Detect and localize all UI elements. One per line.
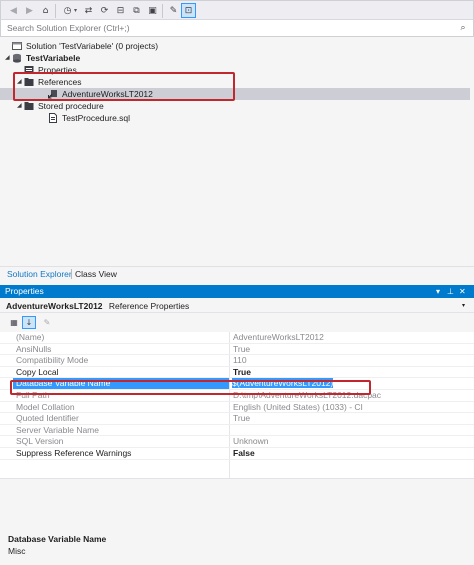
property-name: SQL Version: [16, 436, 64, 447]
back-icon[interactable]: ◀: [6, 3, 21, 18]
tree-label-project: TestVariabele: [26, 53, 81, 63]
property-value: True: [233, 413, 251, 424]
property-grid: (Name) AdventureWorksLT2012 AnsiNulls Tr…: [0, 332, 474, 478]
tree-label-sql-file: TestProcedure.sql: [62, 113, 131, 123]
search-icon[interactable]: ⌕: [457, 22, 469, 34]
show-all-files-icon[interactable]: ⧉: [129, 3, 144, 18]
sql-file-icon: [49, 113, 57, 123]
property-row[interactable]: Suppress Reference Warnings False: [0, 448, 474, 460]
property-name: AnsiNulls: [16, 343, 52, 354]
property-row[interactable]: Compatibility Mode 110: [0, 355, 474, 367]
property-row[interactable]: Server Variable Name: [0, 425, 474, 437]
solution-explorer-tabs: Solution Explorer Class View: [0, 266, 474, 280]
property-value: English (United States) (1033) - CI: [233, 401, 363, 412]
collapse-all-icon[interactable]: ⊟: [113, 3, 128, 18]
pin-icon[interactable]: ⊥: [447, 285, 454, 298]
tree-label-solution: Solution 'TestVariabele' (0 projects): [26, 41, 159, 51]
object-type: Reference Properties: [108, 301, 190, 311]
property-name: (Name): [16, 332, 45, 342]
database-project-icon: [13, 53, 21, 63]
property-value: True: [233, 343, 251, 354]
highlight-box-references: [13, 72, 235, 101]
property-row[interactable]: Copy Local True: [0, 367, 474, 379]
properties-wrench-icon[interactable]: ✎: [166, 3, 181, 18]
property-description-panel: Database Variable Name Misc: [0, 478, 474, 565]
property-name: Compatibility Mode: [16, 355, 89, 366]
tree-item-solution[interactable]: Solution 'TestVariabele' (0 projects): [0, 40, 470, 52]
property-row[interactable]: (Name) AdventureWorksLT2012: [0, 332, 474, 344]
tree-item-stored-procedure-folder[interactable]: ◢ Stored procedure: [0, 100, 470, 112]
object-name: AdventureWorksLT2012: [6, 301, 103, 311]
preview-selected-icon[interactable]: ⊡: [181, 3, 196, 18]
property-value: AdventureWorksLT2012: [233, 332, 324, 342]
property-name: Copy Local: [16, 366, 59, 377]
alphabetical-icon[interactable]: ↓: [22, 316, 36, 329]
categorized-icon[interactable]: ▦: [7, 316, 21, 329]
tree-item-sql-file[interactable]: TestProcedure.sql: [0, 112, 470, 124]
tree-item-project[interactable]: ◢ TestVariabele: [0, 52, 470, 64]
chevron-down-icon[interactable]: ▾: [462, 299, 465, 313]
solution-icon: [12, 42, 22, 50]
chevron-down-icon[interactable]: ▾: [436, 285, 440, 298]
refresh-icon[interactable]: ⟳: [97, 3, 112, 18]
search-input[interactable]: Search Solution Explorer (Ctrl+;): [0, 20, 474, 37]
property-pages-wrench-icon[interactable]: ✎: [40, 316, 54, 329]
property-value: False: [233, 448, 255, 458]
properties-title: Properties: [5, 286, 44, 296]
pending-changes-icon[interactable]: ◷: [60, 3, 75, 18]
property-value: 110: [233, 355, 247, 366]
properties-toolbar: ▦ ↓ ✎: [0, 314, 474, 331]
property-name: Model Collation: [16, 401, 75, 412]
view-code-icon[interactable]: ▣: [145, 3, 160, 18]
solution-explorer-toolbar: ◀ ▶ ⌂ ◷ ▾ ⇄ ⟳ ⊟ ⧉ ▣ ✎ ⊡: [0, 0, 474, 20]
folder-icon: [24, 102, 34, 110]
forward-icon[interactable]: ▶: [22, 3, 37, 18]
property-name: Quoted Identifier: [16, 413, 79, 424]
description-title: Database Variable Name: [8, 534, 107, 544]
property-name: Server Variable Name: [16, 424, 99, 435]
property-row[interactable]: Model Collation English (United States) …: [0, 402, 474, 414]
tree-label-stored-procedure: Stored procedure: [38, 101, 104, 111]
property-row[interactable]: Quoted Identifier True: [0, 413, 474, 425]
tab-class-view[interactable]: Class View: [75, 268, 117, 280]
properties-header: Properties ▾ ⊥ ✕: [0, 285, 474, 298]
chevron-down-icon[interactable]: ▾: [74, 7, 77, 14]
object-selector[interactable]: AdventureWorksLT2012 Reference Propertie…: [0, 299, 474, 313]
property-row[interactable]: AnsiNulls True: [0, 344, 474, 356]
property-row[interactable]: SQL Version Unknown: [0, 436, 474, 448]
expand-triangle-icon[interactable]: ◢: [5, 52, 10, 64]
expand-triangle-icon[interactable]: ◢: [17, 100, 22, 112]
home-icon[interactable]: ⌂: [38, 3, 53, 18]
property-name: Suppress Reference Warnings: [16, 448, 132, 458]
tab-solution-explorer[interactable]: Solution Explorer: [7, 268, 72, 280]
highlight-box-database-variable: [10, 380, 371, 395]
close-icon[interactable]: ✕: [459, 285, 466, 298]
description-text: Misc: [8, 546, 26, 556]
sync-icon[interactable]: ⇄: [81, 3, 96, 18]
property-value: Unknown: [233, 436, 269, 447]
property-value: True: [233, 366, 251, 377]
